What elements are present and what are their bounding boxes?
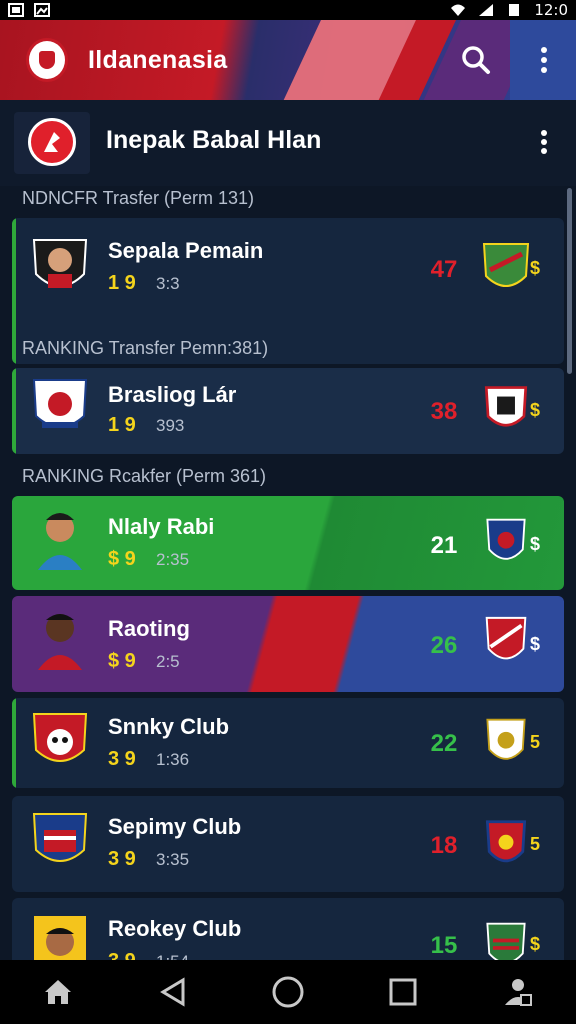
player-stat: 2:35 <box>156 550 190 569</box>
app-title: Ildanenasia <box>88 46 228 74</box>
player-stat: 3:35 <box>156 850 190 869</box>
notification-icon <box>8 3 24 17</box>
navigation-bar <box>0 960 576 1024</box>
battery-icon <box>509 4 520 16</box>
club-badge-icon <box>484 386 528 427</box>
player-card[interactable]: Nlaly Rabi $ 9 2:35 21 $ <box>12 496 564 590</box>
player-rank: 21 <box>430 532 458 559</box>
scrollbar[interactable] <box>567 188 572 374</box>
section-label: RANKING Rcakfer (Perm 361) <box>22 466 267 486</box>
search-icon[interactable] <box>458 42 494 78</box>
club-crest-icon <box>32 379 88 428</box>
player-price: $ 9 <box>108 548 136 570</box>
more-vert-icon[interactable] <box>532 126 556 158</box>
player-stat: 393 <box>156 416 185 435</box>
player-name: Sepala Pemain <box>108 238 264 263</box>
recents-button[interactable] <box>381 970 425 1014</box>
league-title: Inepak Babal Hlan <box>106 126 322 154</box>
club-crest-icon <box>32 813 88 862</box>
player-card[interactable]: Brasliog Lár 1 9 393 38 $ <box>12 368 564 454</box>
signal-icon <box>479 4 494 16</box>
photo-icon <box>34 3 50 17</box>
player-price: $ 9 <box>108 650 136 672</box>
player-name: Reokey Club <box>108 916 242 941</box>
currency-symbol: $ <box>530 534 541 554</box>
currency-symbol: $ <box>530 400 541 420</box>
player-avatar <box>32 239 88 288</box>
player-rank: 18 <box>430 832 458 859</box>
status-time: 12:0 <box>534 1 568 19</box>
player-name: Brasliog Lár <box>108 382 237 407</box>
player-name: Sepimy Club <box>108 814 242 839</box>
player-rank: 26 <box>430 632 458 659</box>
league-logo <box>14 112 90 174</box>
player-price: 1 9 <box>108 272 136 294</box>
home-icon <box>44 980 71 1004</box>
player-stat: 2:5 <box>156 652 180 671</box>
back-triangle-icon <box>159 977 185 1007</box>
player-stat: 1:36 <box>156 750 190 769</box>
player-rank: 47 <box>430 256 458 283</box>
player-rank: 22 <box>430 730 458 757</box>
home-button[interactable] <box>36 970 80 1014</box>
section-label: NDNCFR Trasfer (Perm 131) <box>22 188 255 208</box>
currency-symbol: $ <box>530 934 541 954</box>
player-card[interactable]: Raoting $ 9 2:5 26 $ <box>12 596 564 692</box>
square-icon <box>389 978 417 1006</box>
player-name: Raoting <box>108 616 190 641</box>
circle-icon <box>272 976 304 1008</box>
currency-symbol: 5 <box>530 834 541 854</box>
person-icon <box>505 979 533 1006</box>
club-badge-icon <box>486 518 526 560</box>
wifi-icon <box>451 4 466 16</box>
player-rank: 15 <box>430 932 458 959</box>
status-bar: 12:0 <box>0 0 576 20</box>
currency-symbol: 5 <box>530 732 541 752</box>
currency-symbol: $ <box>530 634 541 654</box>
currency-symbol: $ <box>530 258 541 278</box>
league-header: Inepak Babal Hlan <box>0 100 576 186</box>
player-rank: 38 <box>430 398 458 425</box>
profile-button[interactable] <box>496 970 540 1014</box>
club-badge-icon <box>485 616 527 660</box>
home-circle-button[interactable] <box>266 970 310 1014</box>
player-price: 3 9 <box>108 748 136 770</box>
club-crest-icon <box>32 713 88 762</box>
player-name: Nlaly Rabi <box>108 514 215 539</box>
player-price: 1 9 <box>108 414 136 436</box>
player-price: 3 9 <box>108 848 136 870</box>
app-logo <box>26 38 68 82</box>
player-card[interactable]: Sepimy Club 3 9 3:35 18 5 <box>12 796 564 892</box>
player-name: Snnky Club <box>108 714 230 739</box>
back-button[interactable] <box>151 970 195 1014</box>
more-vert-icon[interactable] <box>530 42 558 78</box>
section-label: RANKING Transfer Pemn:381) <box>22 338 269 358</box>
club-badge-icon <box>485 820 527 863</box>
player-avatar <box>38 513 82 570</box>
club-badge-icon <box>482 243 530 287</box>
player-stat: 3:3 <box>156 274 180 293</box>
player-avatar <box>38 614 82 670</box>
club-badge-icon <box>486 718 526 760</box>
player-card[interactable]: Snnky Club 3 9 1:36 22 5 <box>12 698 564 788</box>
app-bar: Ildanenasia <box>0 20 576 100</box>
